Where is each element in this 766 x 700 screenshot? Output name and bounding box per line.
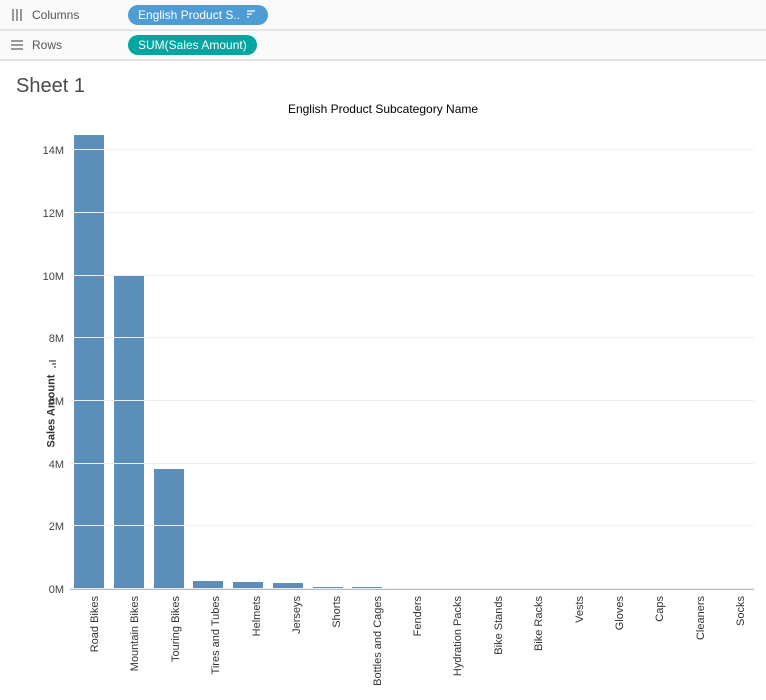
x-labels: Road Bikes Mountain Bikes Touring Bikes Tir… xyxy=(70,590,754,694)
x-label: Bottles and Cages xyxy=(357,594,387,694)
columns-shelf[interactable]: Columns English Product S.. xyxy=(0,0,766,30)
gridline xyxy=(70,525,754,526)
y-tick: 4M xyxy=(49,459,64,471)
bar[interactable] xyxy=(114,276,144,589)
y-axis: 0M2M4M6M8M10M12M14M xyxy=(12,120,70,590)
shelves: Columns English Product S.. Rows SUM(Sal… xyxy=(0,0,766,61)
gridline xyxy=(70,149,754,150)
y-tick: 0M xyxy=(49,584,64,596)
rows-pill-label: SUM(Sales Amount) xyxy=(138,38,247,52)
x-label: Mountain Bikes xyxy=(114,594,144,694)
x-label: Vests xyxy=(559,594,589,694)
y-tick: 2M xyxy=(49,521,64,533)
y-tick: 14M xyxy=(43,145,64,157)
x-label: Road Bikes xyxy=(74,594,104,694)
x-label: Socks xyxy=(720,594,750,694)
x-label: Helmets xyxy=(236,594,266,694)
x-label: Bike Racks xyxy=(518,594,548,694)
rows-shelf-label: Rows xyxy=(8,37,118,53)
rows-shelf[interactable]: Rows SUM(Sales Amount) xyxy=(0,30,766,60)
columns-shelf-label: Columns xyxy=(8,7,118,23)
sheet-title[interactable]: Sheet 1 xyxy=(16,75,754,98)
rows-pill[interactable]: SUM(Sales Amount) xyxy=(128,35,257,55)
plot-area[interactable] xyxy=(70,120,754,590)
bar[interactable] xyxy=(74,135,104,589)
y-tick: 10M xyxy=(43,271,64,283)
columns-pill[interactable]: English Product S.. xyxy=(128,5,268,25)
rows-text: Rows xyxy=(32,38,62,52)
gridline xyxy=(70,400,754,401)
chart-area: Sales Amount 0M2M4M6M8M10M12M14M Road Bi… xyxy=(12,120,754,700)
chart-axis-title-top: English Product Subcategory Name xyxy=(12,102,754,116)
gridline xyxy=(70,275,754,276)
y-tick: 12M xyxy=(43,208,64,220)
columns-icon xyxy=(8,7,26,23)
gridline xyxy=(70,337,754,338)
x-label: Cleaners xyxy=(680,594,710,694)
columns-text: Columns xyxy=(32,8,79,22)
worksheet: Sheet 1 English Product Subcategory Name… xyxy=(0,61,766,700)
x-label: Tires and Tubes xyxy=(195,594,225,694)
x-label: Hydration Packs xyxy=(437,594,467,694)
x-label: Touring Bikes xyxy=(155,594,185,694)
y-tick: 6M xyxy=(49,396,64,408)
x-label: Gloves xyxy=(599,594,629,694)
x-label: Caps xyxy=(639,594,669,694)
sort-desc-icon xyxy=(246,9,258,20)
x-label: Bike Stands xyxy=(478,594,508,694)
bars-container xyxy=(70,120,744,589)
x-label: Shorts xyxy=(316,594,346,694)
gridline xyxy=(70,463,754,464)
columns-pill-label: English Product S.. xyxy=(138,8,240,22)
gridline xyxy=(70,212,754,213)
bar[interactable] xyxy=(154,469,184,589)
gridline xyxy=(70,588,754,589)
x-label: Fenders xyxy=(397,594,427,694)
rows-icon xyxy=(8,37,26,53)
y-tick: 8M xyxy=(49,333,64,345)
x-label: Jerseys xyxy=(276,594,306,694)
